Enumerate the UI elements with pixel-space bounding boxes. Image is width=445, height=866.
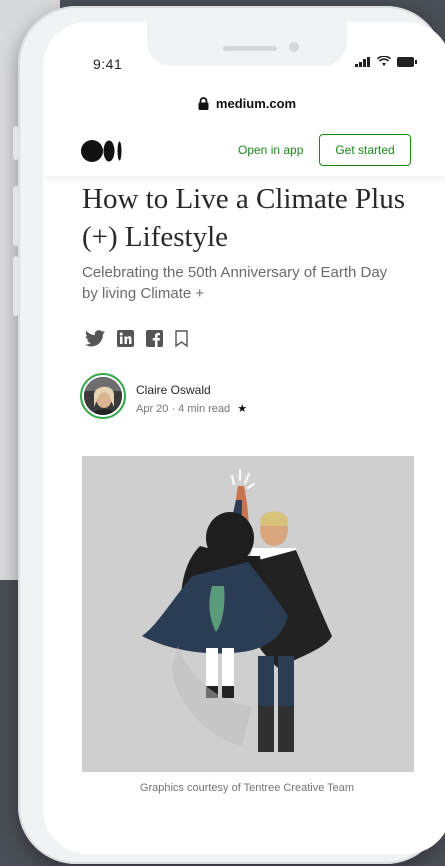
twitter-icon[interactable]: [85, 330, 105, 347]
article-subtitle: Celebrating the 50th Anniversary of Eart…: [82, 264, 388, 302]
medium-header: Open in app Get started: [43, 126, 445, 176]
signal-icon: [355, 56, 370, 67]
open-in-app-link[interactable]: Open in app: [238, 143, 303, 157]
share-row: [85, 330, 188, 347]
article-title: How to Live a Climate Plus (+) Lifestyle: [82, 183, 405, 253]
status-icons: [355, 56, 417, 67]
linkedin-icon[interactable]: [117, 330, 134, 347]
wifi-icon: [377, 56, 391, 66]
url-text: medium.com: [215, 96, 297, 111]
status-time: 9:41: [93, 56, 123, 72]
lock-icon: [198, 97, 209, 110]
get-started-button[interactable]: Get started: [319, 134, 411, 166]
mute-switch: [13, 126, 19, 160]
phone-screen: 9:41 medium.com Open in app Get started: [43, 22, 445, 854]
address-bar[interactable]: medium.com: [43, 96, 445, 111]
bookmark-icon[interactable]: [175, 330, 188, 347]
image-caption: Graphics courtesy of Tentree Creative Te…: [139, 782, 355, 794]
volume-down-button: [13, 256, 19, 316]
publish-date-read-time: Apr 20 · 4 min read: [136, 403, 231, 415]
facebook-icon[interactable]: [146, 330, 163, 347]
article-meta: Apr 20 · 4 min read ★: [136, 402, 247, 415]
member-star-icon: ★: [237, 403, 248, 415]
front-camera: [289, 42, 299, 52]
author-name[interactable]: Claire Oswald: [136, 383, 211, 397]
notch: [147, 22, 347, 66]
author-block: Claire Oswald Apr 20 · 4 min read ★: [80, 373, 247, 419]
illustration-two-people-high-five: [82, 456, 414, 772]
volume-up-button: [13, 186, 19, 246]
author-avatar[interactable]: [80, 373, 126, 419]
medium-logo-icon[interactable]: [81, 140, 123, 162]
avatar-photo: [84, 377, 122, 415]
avatar: [84, 377, 122, 415]
hero-illustration: [82, 456, 414, 772]
battery-icon: [397, 56, 417, 67]
speaker: [223, 46, 277, 51]
